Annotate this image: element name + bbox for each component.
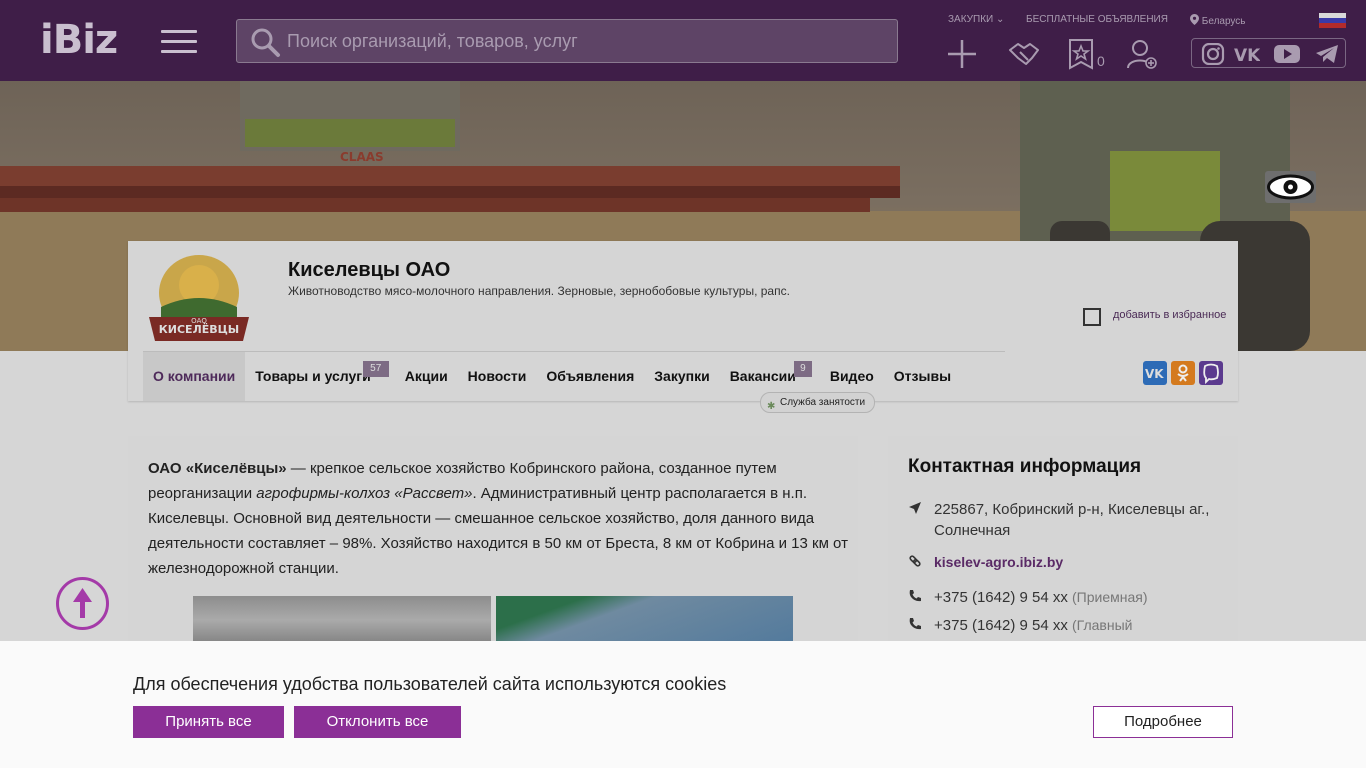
products-count-badge: 57 xyxy=(362,361,389,377)
about-text: ОАО «Киселёвцы» — крепкое сельское хозяй… xyxy=(148,460,848,577)
svg-text:VK: VK xyxy=(1234,46,1260,65)
viber-share-icon[interactable] xyxy=(1199,361,1223,385)
language-flag-icon[interactable] xyxy=(1319,13,1346,28)
search-bar[interactable] xyxy=(236,19,898,63)
contact-address: 225867, Кобринский р-н, Киселевцы аг., С… xyxy=(908,499,1228,541)
handshake-icon[interactable] xyxy=(1008,38,1040,70)
contact-site: kiselev-agro.ibiz.by xyxy=(908,552,1228,573)
phone-icon xyxy=(909,618,921,630)
vacancy-tooltip[interactable]: ✱ Служба занятости xyxy=(760,392,876,413)
add-icon[interactable] xyxy=(946,38,978,70)
tab-about[interactable]: О компании xyxy=(143,352,246,401)
search-icon[interactable] xyxy=(249,26,281,58)
star-icon: ✱ xyxy=(767,401,776,412)
location-pin-icon xyxy=(1190,14,1199,25)
search-input[interactable] xyxy=(287,20,887,62)
nav-free-ads[interactable]: БЕСПЛАТНЫЕ ОБЪЯВЛЕНИЯ xyxy=(1026,14,1168,25)
site-header: iBiz ЗАКУПКИ ⌄ БЕСПЛАТНЫЕ ОБЪЯВЛЕНИЯ Бел… xyxy=(0,0,1366,81)
svg-text:ОАО: ОАО xyxy=(191,317,207,325)
youtube-icon[interactable] xyxy=(1274,43,1300,65)
tab-purchases[interactable]: Закупки xyxy=(644,352,719,401)
phone-icon xyxy=(909,590,921,602)
company-name: Киселевцы ОАО xyxy=(288,259,451,281)
company-logo: КИСЕЛЁВЦЫ ОАО xyxy=(149,255,249,341)
accept-cookies-button[interactable]: Принять все xyxy=(133,706,284,738)
contact-phone: +375 (1642) 9 54 xx (Главный xyxy=(908,615,1228,636)
chevron-down-icon: ⌄ xyxy=(995,14,1005,25)
visibility-eye-icon[interactable] xyxy=(1265,171,1316,203)
cookie-message: Для обеспечения удобства пользователей с… xyxy=(133,674,727,694)
site-link[interactable]: kiselev-agro.ibiz.by xyxy=(908,552,1228,573)
tab-ads[interactable]: Объявления xyxy=(536,352,644,401)
add-favorite-label[interactable]: добавить в избранное xyxy=(1113,309,1226,321)
scroll-up-arrow-icon[interactable] xyxy=(56,577,109,630)
decline-cookies-button[interactable]: Отклонить все xyxy=(294,706,461,738)
telegram-icon[interactable] xyxy=(1314,43,1340,65)
add-user-icon[interactable] xyxy=(1126,38,1158,70)
add-favorite-checkbox[interactable] xyxy=(1083,308,1101,326)
nav-purchases[interactable]: ЗАКУПКИ ⌄ xyxy=(948,14,1004,25)
odnoklassniki-share-icon[interactable] xyxy=(1171,361,1195,385)
favorites-star-icon[interactable] xyxy=(1066,38,1098,70)
location-arrow-icon xyxy=(909,502,921,514)
phone-number[interactable]: +375 (1642) 9 54 xx xyxy=(934,589,1068,606)
cookie-details-button[interactable]: Подробнее xyxy=(1093,706,1233,738)
contact-phone: +375 (1642) 9 54 xx (Приемная) xyxy=(908,587,1228,608)
instagram-icon[interactable] xyxy=(1200,43,1226,65)
vacancies-count-badge: 9 xyxy=(793,361,812,377)
region-selector[interactable]: Беларусь xyxy=(1190,14,1246,27)
tab-promotions[interactable]: Акции xyxy=(395,352,458,401)
company-description: Животноводство мясо-молочного направлени… xyxy=(288,284,790,298)
tab-reviews[interactable]: Отзывы xyxy=(884,352,961,401)
company-card: КИСЕЛЁВЦЫ ОАО Киселевцы ОАО Животноводст… xyxy=(128,241,1238,413)
svg-text:CLAAS: CLAAS xyxy=(340,150,384,164)
tab-news[interactable]: Новости xyxy=(458,352,537,401)
link-icon xyxy=(909,555,921,567)
favorites-count: 0 xyxy=(1097,53,1105,69)
site-logo[interactable]: iBiz xyxy=(40,18,118,62)
menu-icon[interactable] xyxy=(161,30,197,54)
vk-share-icon[interactable]: VK xyxy=(1143,361,1167,385)
phone-number[interactable]: +375 (1642) 9 54 xx xyxy=(934,617,1068,634)
tab-products[interactable]: Товары и услуги 57 xyxy=(245,352,389,401)
cookie-banner: Для обеспечения удобства пользователей с… xyxy=(0,641,1366,768)
contact-title: Контактная информация xyxy=(908,456,1142,477)
social-links: VK xyxy=(1191,38,1346,68)
svg-text:VK: VK xyxy=(1145,367,1164,381)
vk-icon[interactable]: VK xyxy=(1234,43,1260,65)
